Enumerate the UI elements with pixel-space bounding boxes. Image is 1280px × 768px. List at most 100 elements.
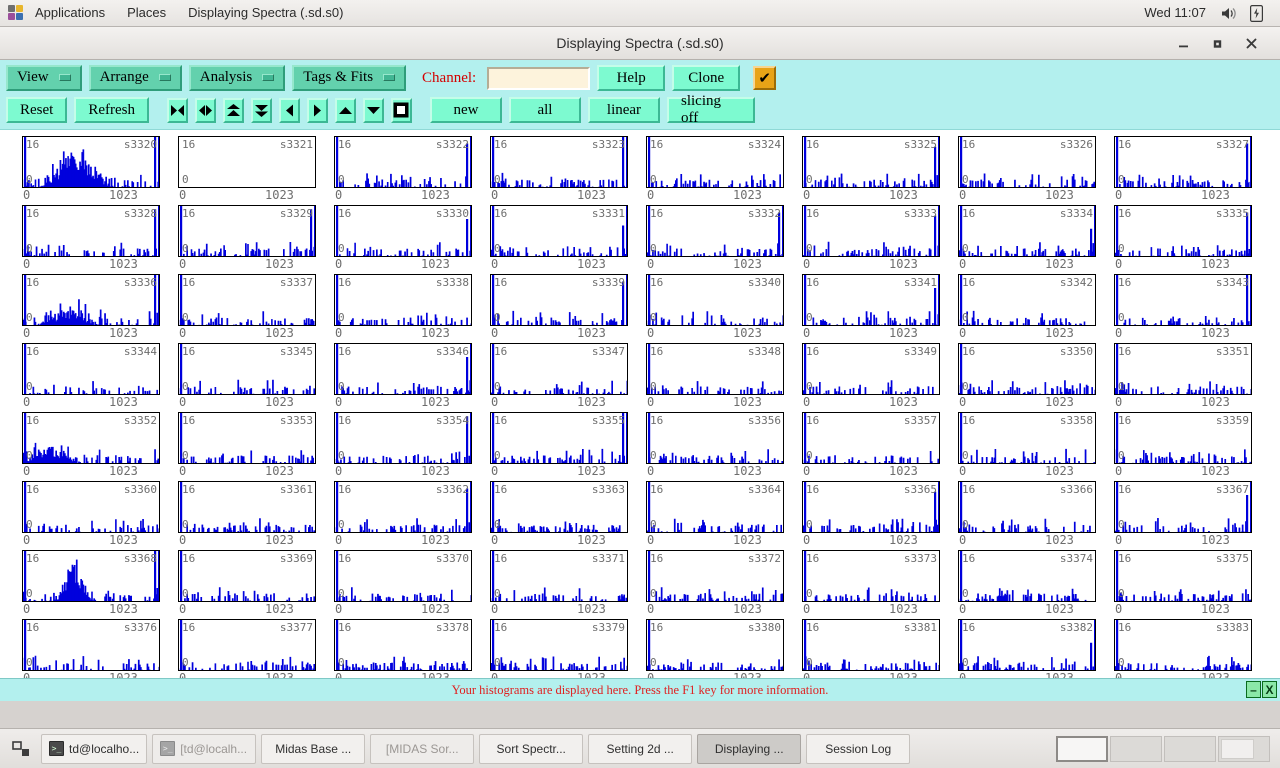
spectrum-panel[interactable]: 16s3335001023 [1106,205,1258,274]
spectrum-panel[interactable]: 16s3321001023 [170,136,322,205]
spectrum-plot[interactable]: 16s33830 [1114,619,1252,671]
spectrum-plot[interactable]: 16s33790 [490,619,628,671]
menu-places[interactable]: Places [116,0,177,26]
spectrum-panel[interactable]: 16s3344001023 [14,343,166,412]
spectrum-plot[interactable]: 16s33820 [958,619,1096,671]
spectrum-panel[interactable]: 16s3350001023 [950,343,1102,412]
spectrum-plot[interactable]: 16s33270 [1114,136,1252,188]
taskbar-item[interactable]: >_td@localho... [41,734,147,764]
taskbar-item[interactable]: >_[td@localh... [152,734,256,764]
status-close-button[interactable]: X [1262,681,1277,698]
spectrum-plot[interactable]: 16s33230 [490,136,628,188]
spectrum-panel[interactable]: 16s3355001023 [482,412,634,481]
spectrum-panel[interactable]: 16s3361001023 [170,481,322,550]
spectrum-panel[interactable]: 16s3357001023 [794,412,946,481]
spectrum-panel[interactable]: 16s3337001023 [170,274,322,343]
spectrum-plot[interactable]: 16s33590 [1114,412,1252,464]
spectrum-plot[interactable]: 16s33520 [22,412,160,464]
spectrum-plot[interactable]: 16s33630 [490,481,628,533]
spectrum-panel[interactable]: 16s3327001023 [1106,136,1258,205]
minimize-icon[interactable] [1166,28,1200,58]
spectrum-panel[interactable]: 16s3326001023 [950,136,1102,205]
spectrum-plot[interactable]: 16s33750 [1114,550,1252,602]
spectrum-panel[interactable]: 16s3340001023 [638,274,790,343]
taskbar-item[interactable]: Session Log [806,734,910,764]
spectrum-plot[interactable]: 16s33310 [490,205,628,257]
spectrum-plot[interactable]: 16s33810 [802,619,940,671]
spectrum-plot[interactable]: 16s33330 [802,205,940,257]
spectrum-panel[interactable]: 16s3346001023 [326,343,478,412]
menu-arrange[interactable]: Arrange [89,65,182,91]
volume-icon[interactable] [1218,3,1238,23]
spectrum-plot[interactable]: 16s33400 [646,274,784,326]
up-icon[interactable] [335,98,356,123]
spectrum-plot[interactable]: 16s33600 [22,481,160,533]
spectrum-panel[interactable]: 16s3362001023 [326,481,478,550]
spectrum-plot[interactable]: 16s33660 [958,481,1096,533]
spectrum-panel[interactable]: 16s3332001023 [638,205,790,274]
spectrum-plot[interactable]: 16s33410 [802,274,940,326]
spectrum-plot[interactable]: 16s33680 [22,550,160,602]
close-icon[interactable] [1234,28,1268,58]
spectrum-panel[interactable]: 16s3342001023 [950,274,1102,343]
spectrum-panel[interactable]: 16s3320001023 [14,136,166,205]
spectrum-plot[interactable]: 16s33690 [178,550,316,602]
workspace-2[interactable] [1110,736,1162,762]
spectrum-plot[interactable]: 16s33320 [646,205,784,257]
spectrum-panel[interactable]: 16s3358001023 [950,412,1102,481]
spectrum-panel[interactable]: 16s3328001023 [14,205,166,274]
active-window-name[interactable]: Displaying Spectra (.sd.s0) [177,0,354,26]
spectrum-panel[interactable]: 16s3334001023 [950,205,1102,274]
taskbar-item[interactable]: Displaying ... [697,734,801,764]
spectrum-panel[interactable]: 16s3364001023 [638,481,790,550]
spectrum-panel[interactable]: 16s3325001023 [794,136,946,205]
workspace-3[interactable] [1164,736,1216,762]
spectrum-plot[interactable]: 16s33360 [22,274,160,326]
spectrum-plot[interactable]: 16s33260 [958,136,1096,188]
spectrum-plot[interactable]: 16s33560 [646,412,784,464]
spectrum-plot[interactable]: 16s33510 [1114,343,1252,395]
spectrum-panel[interactable]: 16s3351001023 [1106,343,1258,412]
spectrum-panel[interactable]: 16s3352001023 [14,412,166,481]
spectrum-plot[interactable]: 16s33470 [490,343,628,395]
spectrum-plot[interactable]: 16s33540 [334,412,472,464]
new-button[interactable]: new [430,97,502,123]
spectrum-panel[interactable]: 16s3356001023 [638,412,790,481]
spectrum-plot[interactable]: 16s33340 [958,205,1096,257]
menu-tags-and-fits[interactable]: Tags & Fits [292,65,406,91]
spectrum-panel[interactable]: 16s3353001023 [170,412,322,481]
linear-button[interactable]: linear [588,97,660,123]
spectrum-panel[interactable]: 16s3345001023 [170,343,322,412]
spectrum-panel[interactable]: 16s3360001023 [14,481,166,550]
spectrum-plot[interactable]: 16s33460 [334,343,472,395]
check-toggle-icon[interactable]: ✔ [753,66,776,90]
spectrum-panel[interactable]: 16s3363001023 [482,481,634,550]
maximize-icon[interactable] [1200,28,1234,58]
spectrum-panel[interactable]: 16s3366001023 [950,481,1102,550]
spectrum-plot[interactable]: 16s33800 [646,619,784,671]
spectrum-plot[interactable]: 16s33300 [334,205,472,257]
channel-input[interactable] [487,67,590,90]
spectrum-panel[interactable]: 16s3359001023 [1106,412,1258,481]
spectrum-panel[interactable]: 16s3370001023 [326,550,478,619]
spectrum-panel[interactable]: 16s3330001023 [326,205,478,274]
spectrum-panel[interactable]: 16s3323001023 [482,136,634,205]
spectrum-plot[interactable]: 16s33490 [802,343,940,395]
spectrum-panel[interactable]: 16s3375001023 [1106,550,1258,619]
spectrum-plot[interactable]: 16s33200 [22,136,160,188]
spectrum-plot[interactable]: 16s33420 [958,274,1096,326]
spectrum-plot[interactable]: 16s33670 [1114,481,1252,533]
spectrum-plot[interactable]: 16s33380 [334,274,472,326]
spectrum-panel[interactable]: 16s3371001023 [482,550,634,619]
battery-icon[interactable] [1246,3,1266,23]
refresh-button[interactable]: Refresh [74,97,149,123]
spectrum-panel[interactable]: 16s3329001023 [170,205,322,274]
spectrum-panel[interactable]: 16s3347001023 [482,343,634,412]
spectrum-panel[interactable]: 16s3322001023 [326,136,478,205]
spectrum-plot[interactable]: 16s33650 [802,481,940,533]
spectrum-plot[interactable]: 16s33760 [22,619,160,671]
spectrum-plot[interactable]: 16s33550 [490,412,628,464]
spectrum-panel[interactable]: 16s3367001023 [1106,481,1258,550]
spectrum-panel[interactable]: 16s3374001023 [950,550,1102,619]
spectrum-plot[interactable]: 16s33710 [490,550,628,602]
